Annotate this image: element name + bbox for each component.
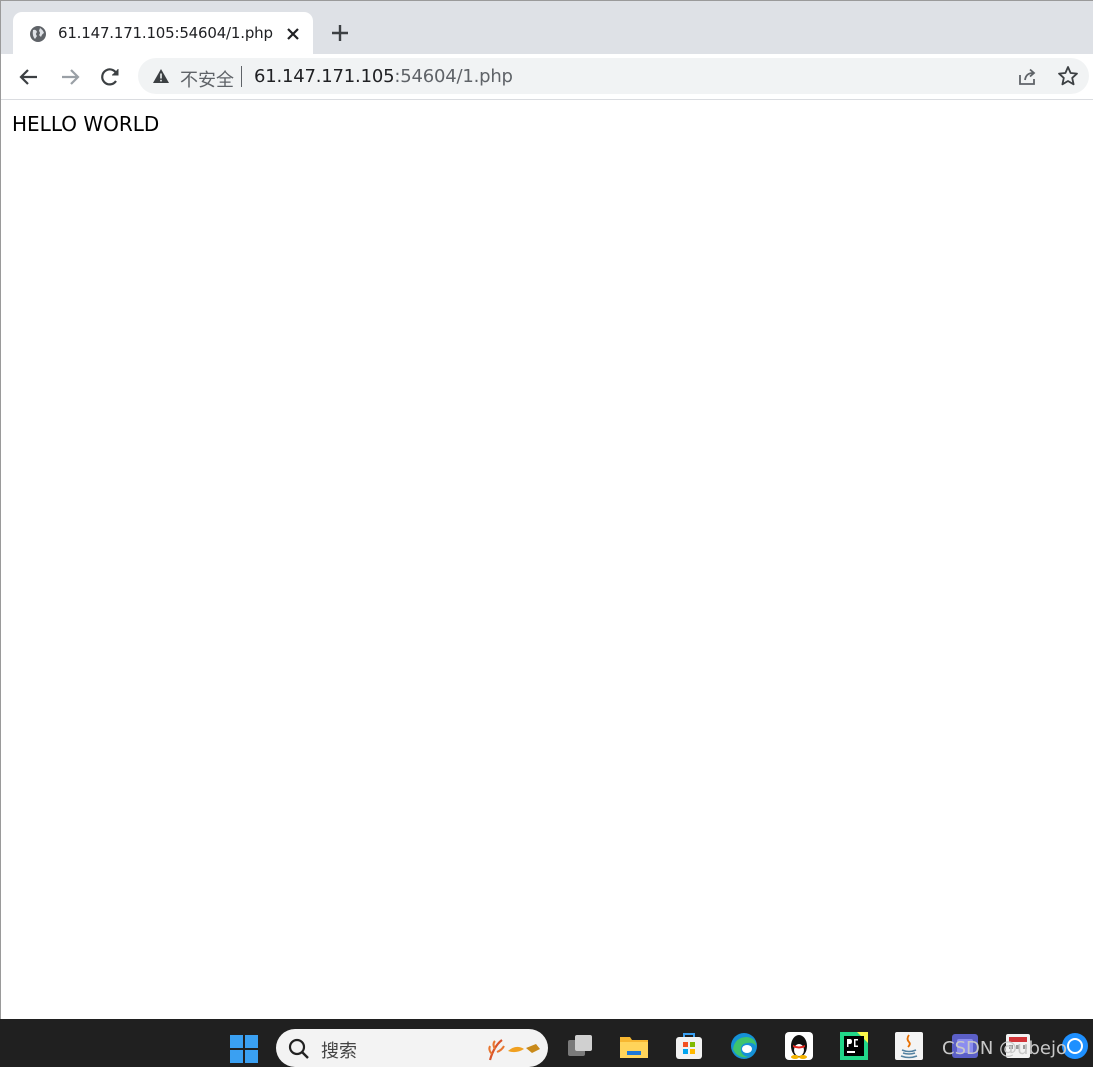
globe-icon bbox=[30, 26, 46, 42]
page-body-text: HELLO WORLD bbox=[12, 112, 160, 136]
store-icon[interactable] bbox=[674, 1031, 704, 1061]
watermark-text: CSDN @ubejo bbox=[942, 1038, 1067, 1059]
edge-icon[interactable] bbox=[729, 1031, 759, 1061]
new-tab-button[interactable] bbox=[328, 21, 352, 45]
url-host: 61.147.171.105 bbox=[254, 66, 395, 87]
url-path: :54604/1.php bbox=[394, 66, 513, 87]
bookmark-star-icon[interactable] bbox=[1057, 65, 1079, 87]
forward-button[interactable] bbox=[56, 63, 84, 91]
window-left-border bbox=[0, 0, 1, 1019]
address-bar[interactable]: 不安全 61.147.171.105:54604/1.php bbox=[138, 58, 1089, 94]
taskbar-search[interactable]: 搜索 bbox=[276, 1029, 548, 1067]
separator bbox=[241, 66, 242, 87]
java-icon[interactable] bbox=[894, 1031, 924, 1061]
qq-icon[interactable] bbox=[784, 1031, 814, 1061]
file-explorer-icon[interactable] bbox=[619, 1031, 649, 1061]
browser-tab[interactable]: 61.147.171.105:54604/1.php bbox=[13, 12, 313, 55]
search-highlight-icon bbox=[488, 1039, 540, 1061]
tab-title: 61.147.171.105:54604/1.php bbox=[58, 24, 273, 42]
toolbar-divider bbox=[1, 99, 1093, 100]
back-button[interactable] bbox=[15, 63, 43, 91]
task-view-icon[interactable] bbox=[565, 1031, 595, 1061]
pycharm-icon[interactable] bbox=[839, 1031, 869, 1061]
start-icon[interactable] bbox=[229, 1034, 259, 1064]
warning-icon[interactable] bbox=[152, 68, 170, 84]
close-tab-icon[interactable] bbox=[283, 24, 303, 44]
url-text[interactable]: 61.147.171.105:54604/1.php bbox=[254, 66, 513, 87]
taskbar: 搜索 bbox=[0, 1019, 1093, 1067]
search-icon bbox=[288, 1038, 309, 1059]
browser-toolbar: 不安全 61.147.171.105:54604/1.php bbox=[1, 54, 1093, 99]
reload-button[interactable] bbox=[96, 63, 124, 91]
search-placeholder: 搜索 bbox=[321, 1041, 357, 1062]
tab-strip: 61.147.171.105:54604/1.php bbox=[1, 1, 1093, 55]
security-label[interactable]: 不安全 bbox=[180, 66, 234, 92]
share-icon[interactable] bbox=[1016, 66, 1038, 88]
